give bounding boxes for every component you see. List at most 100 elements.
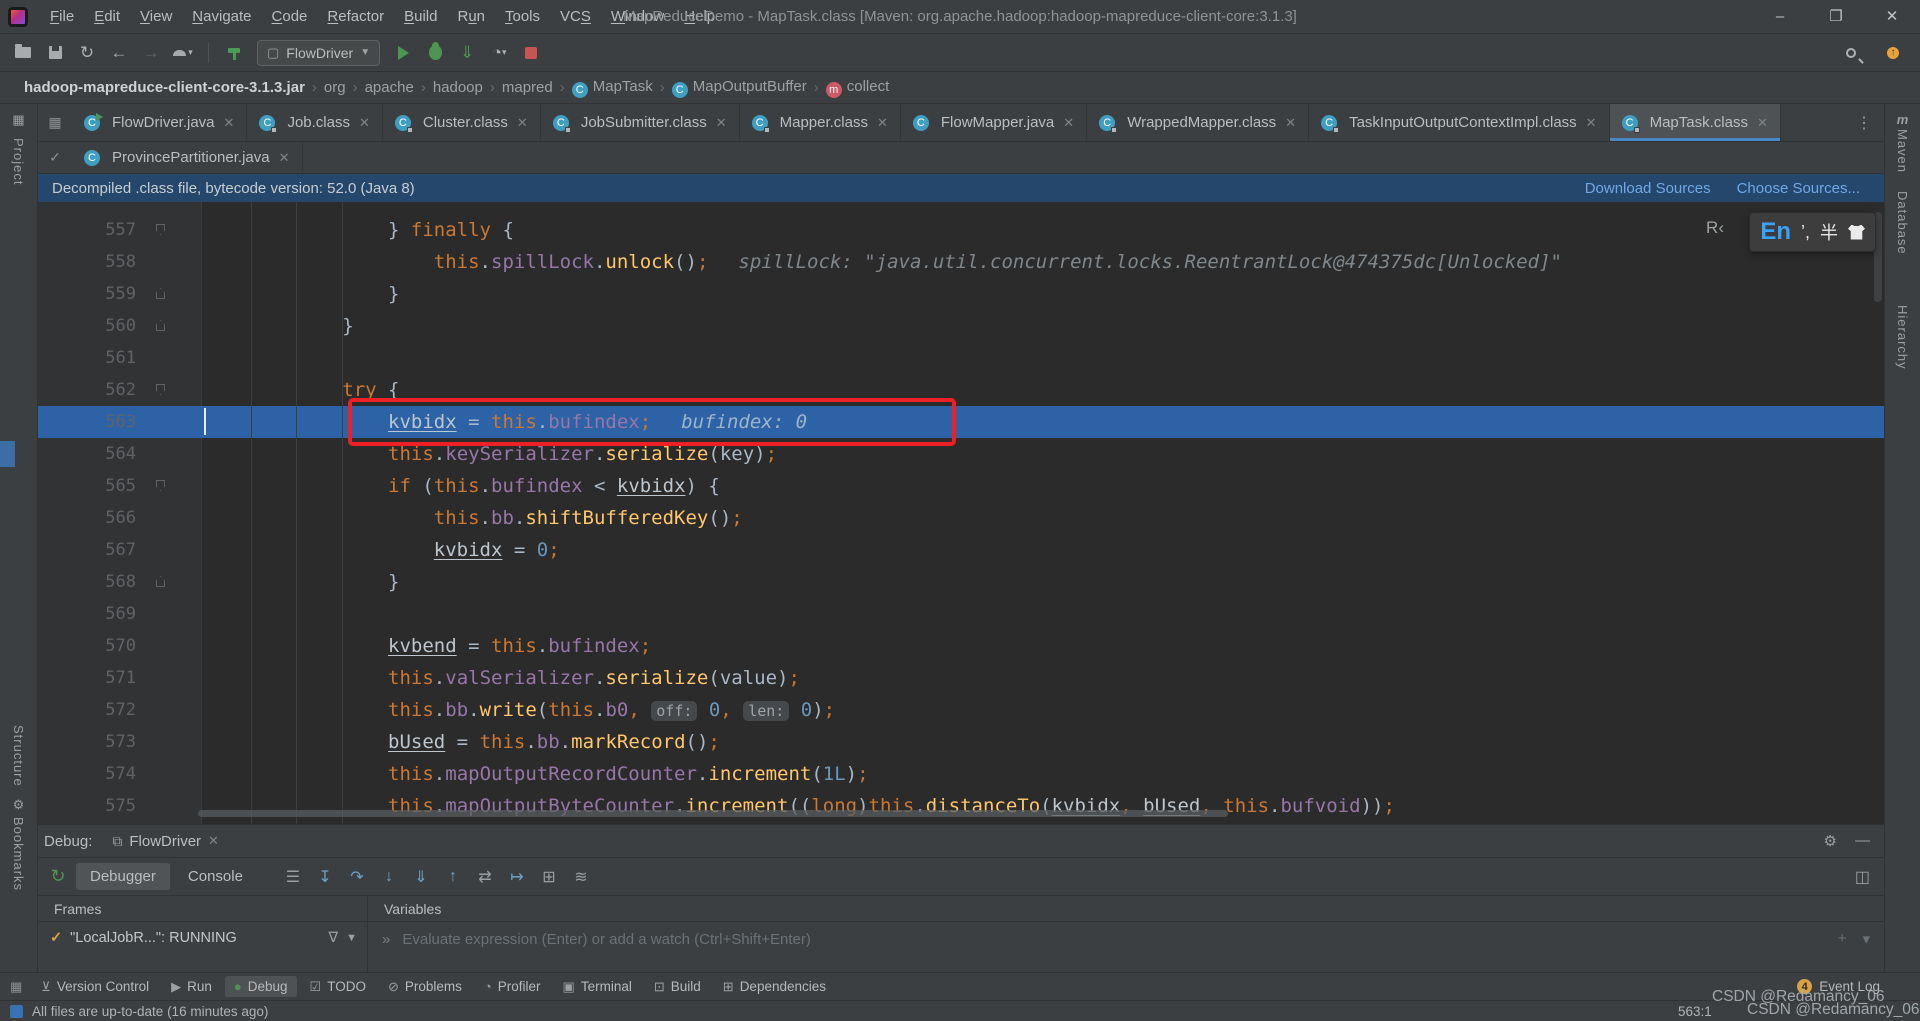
- toolwindow-button-run[interactable]: ▶ Run: [162, 976, 221, 998]
- editor-tab-jobsubmitter-class[interactable]: C JobSubmitter.class ✕: [541, 104, 740, 141]
- toolwindow-button-debug[interactable]: ● Debug: [224, 976, 297, 997]
- step-into-icon[interactable]: ↓: [375, 864, 403, 890]
- run-configuration-select[interactable]: ▢ FlowDriver ▼: [257, 39, 381, 66]
- fold-gutter[interactable]: [150, 278, 176, 310]
- breadcrumb-item[interactable]: C MapOutputBuffer: [671, 78, 807, 98]
- tab-close-icon[interactable]: ✕: [224, 115, 235, 131]
- fold-gutter[interactable]: [150, 470, 176, 502]
- menu-icon[interactable]: ☰: [279, 864, 307, 890]
- stripe-database[interactable]: Database: [1895, 191, 1910, 255]
- fold-gutter[interactable]: [150, 214, 176, 246]
- run-to-cursor-icon[interactable]: ↦: [503, 864, 531, 890]
- evaluate-expression-input[interactable]: Evaluate expression (Enter) or add a wat…: [402, 931, 811, 948]
- tab-close-icon[interactable]: ✕: [359, 115, 370, 131]
- tab-close-icon[interactable]: ✕: [716, 115, 727, 131]
- coverage-button[interactable]: ⇓: [454, 41, 480, 65]
- menu-code[interactable]: Code: [262, 0, 318, 33]
- code-editor[interactable]: 557 } finally {558 this.spillLock.unlock…: [38, 202, 1884, 824]
- evaluate-icon[interactable]: ⊞: [535, 864, 563, 890]
- more-tabs-kebab-icon[interactable]: ⋮: [1844, 104, 1884, 141]
- stripe-structure[interactable]: Structure: [11, 725, 26, 787]
- toolwindow-button-dependencies[interactable]: ⊞ Dependencies: [714, 976, 835, 998]
- editor-tab-mapper-class[interactable]: C Mapper.class ✕: [740, 104, 901, 141]
- fold-gutter[interactable]: [150, 310, 176, 342]
- tab-close-icon[interactable]: ✕: [877, 115, 888, 131]
- tab-debugger[interactable]: Debugger: [76, 863, 170, 890]
- inspection-ok-icon[interactable]: ✓: [38, 142, 72, 173]
- update-available-icon[interactable]: ↑: [1880, 41, 1906, 65]
- close-icon[interactable]: ✕: [208, 833, 219, 849]
- fold-marker-icon[interactable]: [156, 288, 165, 299]
- ime-skin-icon[interactable]: [1848, 224, 1865, 240]
- fold-gutter[interactable]: [150, 566, 176, 598]
- menu-tools[interactable]: Tools: [495, 0, 550, 33]
- build-hammer-icon[interactable]: [221, 41, 247, 65]
- step-over-icon[interactable]: ↷: [343, 864, 371, 890]
- menu-file[interactable]: File: [40, 0, 84, 33]
- choose-sources-link[interactable]: Choose Sources...: [1737, 180, 1860, 197]
- menu-build[interactable]: Build: [394, 0, 447, 33]
- hide-panel-icon[interactable]: —: [1855, 832, 1870, 850]
- menu-view[interactable]: View: [130, 0, 182, 33]
- tab-close-icon[interactable]: ✕: [1063, 115, 1074, 131]
- breadcrumb-item[interactable]: C MapTask: [571, 78, 653, 98]
- show-execution-point-icon[interactable]: ↧: [311, 864, 339, 890]
- breadcrumb-item[interactable]: mapred: [502, 79, 553, 96]
- stripe-maven[interactable]: Maven: [1895, 129, 1910, 173]
- profile-icon[interactable]: ▾: [170, 41, 196, 65]
- editor-tab-job-class[interactable]: C Job.class ✕: [247, 104, 383, 141]
- filter-funnel-icon[interactable]: ∇: [328, 930, 338, 946]
- debug-button[interactable]: [422, 41, 448, 65]
- tab-close-icon[interactable]: ✕: [517, 115, 528, 131]
- layout-settings-icon[interactable]: ◫: [1855, 867, 1884, 887]
- minimize-button[interactable]: –: [1752, 0, 1808, 33]
- toolwindow-switcher-icon[interactable]: ▦: [10, 979, 28, 995]
- caret-position-widget[interactable]: 563:1: [1678, 1004, 1712, 1019]
- search-everywhere-icon[interactable]: [1838, 41, 1864, 65]
- toolwindow-button-version-control[interactable]: ⊻ Version Control: [32, 976, 158, 998]
- breadcrumb-item[interactable]: hadoop: [433, 79, 483, 96]
- trace-icon[interactable]: ≋: [567, 864, 595, 890]
- toolwindow-button-todo[interactable]: ☑ TODO: [301, 976, 375, 998]
- menu-edit[interactable]: Edit: [84, 0, 130, 33]
- stripe-hierarchy[interactable]: Hierarchy: [1895, 305, 1910, 370]
- menu-refactor[interactable]: Refactor: [317, 0, 394, 33]
- breadcrumb-item[interactable]: org: [324, 79, 346, 96]
- drop-frame-icon[interactable]: ⇄: [471, 864, 499, 890]
- menu-vcs[interactable]: VCS: [550, 0, 601, 33]
- editor-tab-flowdriver-java[interactable]: C FlowDriver.java ✕: [72, 104, 248, 141]
- step-out-icon[interactable]: ↑: [439, 864, 467, 890]
- toolwindow-button-profiler[interactable]: ◔ Profiler: [475, 976, 550, 997]
- tab-close-icon[interactable]: ✕: [1285, 115, 1296, 131]
- fold-marker-icon[interactable]: [156, 320, 165, 331]
- stop-button[interactable]: [518, 41, 544, 65]
- profiler-button[interactable]: ◔ ▾: [486, 41, 512, 65]
- ime-punctuation-indicator[interactable]: ’,: [1801, 222, 1810, 243]
- menu-navigate[interactable]: Navigate: [182, 0, 261, 33]
- open-icon[interactable]: [10, 41, 36, 65]
- editor-tab-taskinputoutputcontextimpl-class[interactable]: C TaskInputOutputContextImpl.class ✕: [1309, 104, 1610, 141]
- project-toolwindow-icon[interactable]: ▦: [0, 112, 37, 128]
- fold-marker-icon[interactable]: [156, 384, 165, 395]
- back-icon[interactable]: ←: [106, 41, 132, 65]
- sync-icon[interactable]: ↻: [74, 41, 100, 65]
- maximize-button[interactable]: ❐: [1808, 0, 1864, 33]
- run-button[interactable]: [390, 41, 416, 65]
- wrench-icon[interactable]: ⚙: [0, 797, 37, 813]
- tab-list-icon[interactable]: ▦: [38, 104, 72, 141]
- gear-icon[interactable]: ⚙: [1824, 832, 1837, 850]
- ime-width-indicator[interactable]: 半: [1820, 219, 1838, 245]
- add-watch-icon[interactable]: +: [1838, 930, 1847, 948]
- fold-marker-icon[interactable]: [156, 224, 165, 235]
- stripe-bookmarks[interactable]: Bookmarks: [11, 817, 26, 891]
- fold-marker-icon[interactable]: [156, 576, 165, 587]
- close-button[interactable]: ✕: [1864, 0, 1920, 33]
- thread-selector[interactable]: ✓ "LocalJobR...": RUNNING ∇ ▼: [50, 930, 357, 946]
- download-sources-link[interactable]: Download Sources: [1585, 180, 1711, 197]
- breadcrumb-item[interactable]: m collect: [825, 78, 889, 98]
- toolwindow-button-problems[interactable]: ⊘ Problems: [379, 976, 471, 998]
- tab-close-icon[interactable]: ✕: [1757, 115, 1768, 131]
- toolwindow-button-terminal[interactable]: ▣ Terminal: [554, 976, 641, 998]
- forward-icon[interactable]: →: [138, 41, 164, 65]
- chevron-down-icon[interactable]: ▾: [1862, 930, 1870, 948]
